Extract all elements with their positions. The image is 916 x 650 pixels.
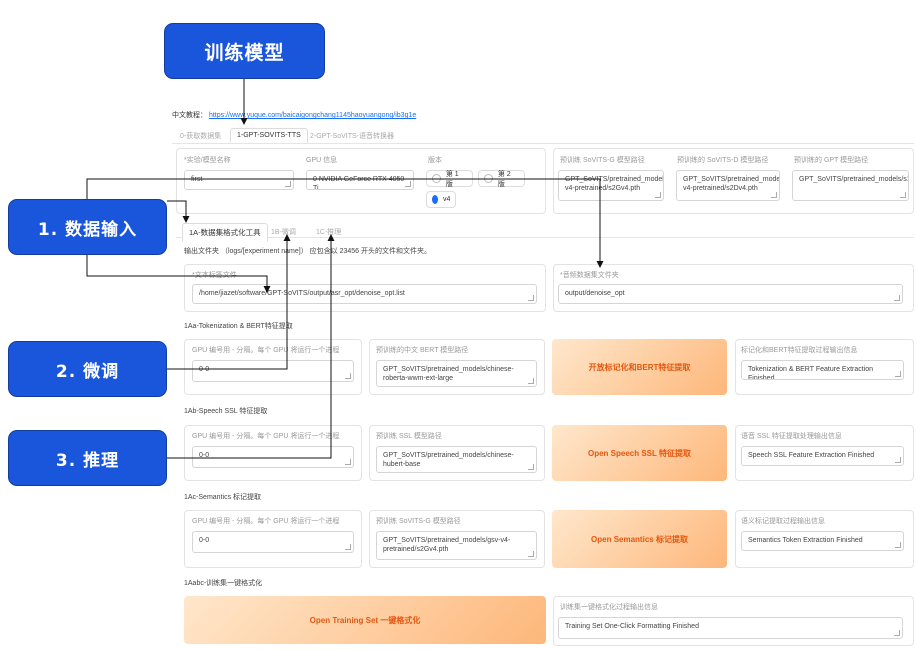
semantics-model-input[interactable]: GPT_SoVITS/pretrained_models/gsv-v4-pret… [376,531,537,560]
train-model-callout: 训练模型 [164,23,325,79]
section-title-semantics: 1Ac-Semantics 标记提取 [184,494,262,501]
section-title-one-click: 1Aabc-训练集一键格式化 [184,580,263,587]
tab-voice-converter[interactable]: 2-GPT-SoVITS-语音转换器 [310,131,394,141]
version-label: 版本 [428,157,442,164]
ssl-model-input[interactable]: GPT_SoVITS/pretrained_models/chinese-hub… [376,446,537,473]
radio-selected-icon [432,195,438,204]
output-folder-note: 输出文件夹 （logs/[experiment name]） 应包含以 2345… [184,248,432,255]
tab-inference[interactable]: 1C-推理 [316,227,341,237]
finetune-callout: 2. 微调 [8,341,167,397]
semantics-output-field: Semantics Token Extraction Finished [741,531,904,551]
data-input-callout: 1. 数据输入 [8,199,167,255]
ssl-extract-button[interactable]: Open Speech SSL 特征提取 [552,425,727,481]
bert-output-field: Tokenization & BERT Feature Extraction F… [741,360,904,380]
experiment-name-label: *实验/模型名称 [184,157,231,164]
version-radio-v2[interactable]: 第 2 版 [478,170,525,188]
tab-gpt-sovits-tts[interactable]: 1-GPT-SOVITS-TTS [230,128,308,143]
version-v2-label: 第 2 版 [497,170,511,188]
section-title-ssl: 1Ab-Speech SSL 特征提取 [184,408,268,415]
version-v1-label: 第 1 版 [445,170,459,188]
semantics-extract-button[interactable]: Open Semantics 标记提取 [552,510,727,568]
semantics-model-label: 预训练 SoVITS-G 模型路径 [376,518,461,525]
radio-dot-icon [484,174,493,183]
section-title-bert: 1Aa-Tokenization & BERT特征提取 [184,323,293,330]
tutorial-label: 中文教程： [172,112,207,119]
sovits-g-path-label: 预训练 SoVITS-G 模型路径 [560,157,645,164]
gpt-path-label: 预训练的 GPT 模型路径 [794,157,869,164]
ssl-model-label: 预训练 SSL 模型路径 [376,433,442,440]
ssl-gpu-input[interactable]: 0-0 [192,446,354,468]
gpu-info-field[interactable]: 0 NVIDIA GeForce RTX 4050 Ti [306,170,414,190]
sovits-g-path-input[interactable]: GPT_SoVITS/pretrained_models/gsv-v4-pret… [558,170,664,201]
tab-get-dataset[interactable]: 0-获取数据集 [180,131,221,141]
ssl-output-label: 语音 SSL 特征提取处理输出信息 [741,433,842,440]
bert-gpu-input[interactable]: 0-0 [192,360,354,382]
gpt-path-input[interactable]: GPT_SoVITS/pretrained_models/s1v3.ckpt [792,170,909,201]
version-radio-v4[interactable]: v4 [426,191,456,208]
semantics-gpu-label: GPU 编号用 - 分隔。每个 GPU 将运行一个进程 [192,518,340,525]
bert-output-label: 标记化和BERT特征提取过程输出信息 [741,347,858,354]
audio-dir-input[interactable]: output/denoise_opt [558,284,903,304]
top-tabs-underline [172,143,914,144]
ssl-gpu-label: GPU 编号用 - 分隔。每个 GPU 将运行一个进程 [192,433,340,440]
gpu-info-label: GPU 信息 [306,157,338,164]
tab-dataset-format-tool[interactable]: 1A-数据集格式化工具 [182,223,268,242]
ssl-output-field: Speech SSL Feature Extraction Finished [741,446,904,466]
inference-callout: 3. 推理 [8,430,167,486]
bert-model-label: 预训练的中文 BERT 模型路径 [376,347,469,354]
bert-model-input[interactable]: GPT_SoVITS/pretrained_models/chinese-rob… [376,360,537,387]
tab-finetune[interactable]: 1B-微调 [271,227,296,237]
tutorial-link[interactable]: https://www.yuque.com/baicaigongchang114… [209,112,416,119]
semantics-gpu-input[interactable]: 0-0 [192,531,354,553]
bert-extract-button[interactable]: 开放标记化和BERT特征提取 [552,339,727,395]
sovits-d-path-input[interactable]: GPT_SoVITS/pretrained_models/gsv-v4-pret… [676,170,780,201]
version-radio-v1[interactable]: 第 1 版 [426,170,473,188]
tutorial-line: 中文教程： https://www.yuque.com/baicaigongch… [172,110,416,120]
sovits-d-path-label: 预训练的 SoVITS-D 模型路径 [677,157,769,164]
version-v4-label: v4 [443,196,451,203]
sub-tabs-underline [176,237,914,238]
text-label-file-label: *文本标签文件 [192,272,237,279]
one-click-output-field: Training Set One-Click Formatting Finish… [558,617,903,639]
radio-dot-icon [432,174,441,183]
one-click-output-label: 训练集一键格式化过程输出信息 [560,604,658,611]
audio-dir-label: *音频数据集文件夹 [560,272,619,279]
one-click-format-button[interactable]: Open Training Set 一键格式化 [184,596,546,644]
semantics-output-label: 语义标记提取过程输出信息 [741,518,825,525]
experiment-name-input[interactable]: first [184,170,294,190]
bert-gpu-label: GPU 编号用 - 分隔。每个 GPU 将运行一个进程 [192,347,340,354]
text-label-file-input[interactable]: /home/jiazet/software/GPT-SoVITS/output/… [192,284,537,304]
